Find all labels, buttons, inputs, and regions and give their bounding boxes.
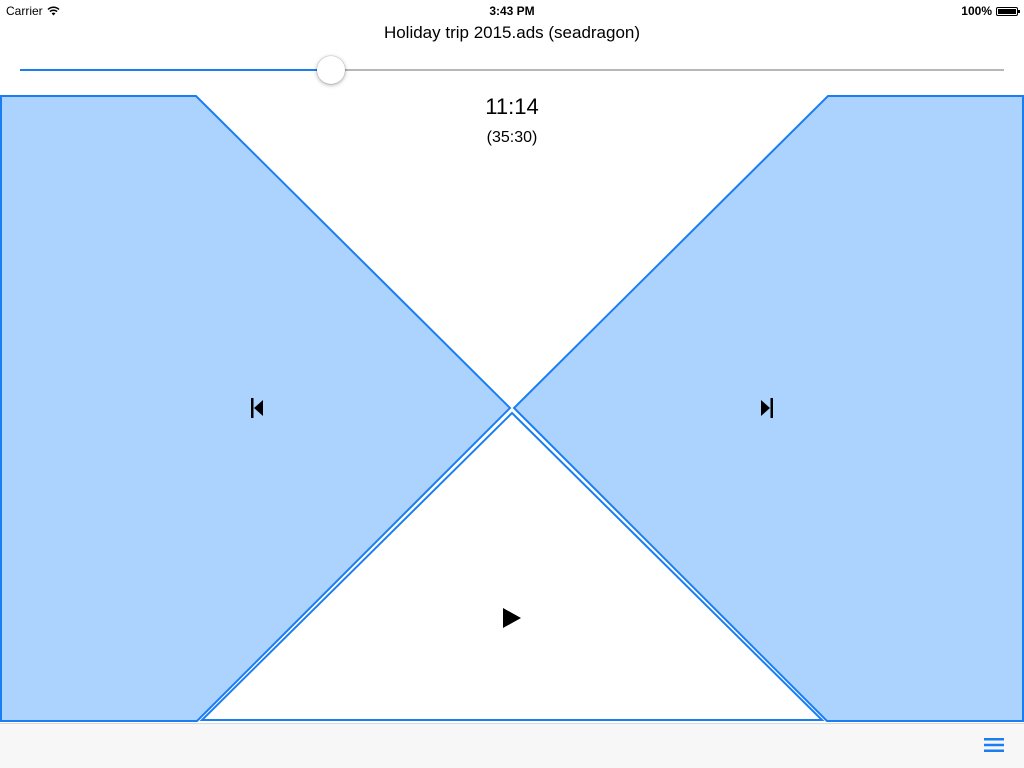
battery-icon xyxy=(996,6,1020,16)
track-title: Holiday trip 2015.ads (seadragon) xyxy=(383,23,641,42)
control-pad xyxy=(0,95,1024,722)
slider-fill xyxy=(20,69,331,71)
status-bar: Carrier 3:43 PM 100% xyxy=(0,0,1024,20)
progress-slider[interactable] xyxy=(20,56,1004,84)
menu-icon[interactable] xyxy=(984,737,1004,753)
slider-thumb[interactable] xyxy=(317,56,345,84)
player-screen: Carrier 3:43 PM 100% Holiday trip 2015.a… xyxy=(0,0,1024,768)
elapsed-time: 11:14 xyxy=(485,94,539,119)
battery-percent: 100% xyxy=(961,4,992,18)
status-time: 3:43 PM xyxy=(489,4,535,18)
status-battery: 100% xyxy=(961,4,1020,18)
bottom-toolbar xyxy=(0,723,1024,768)
total-time: (35:30) xyxy=(486,129,538,146)
